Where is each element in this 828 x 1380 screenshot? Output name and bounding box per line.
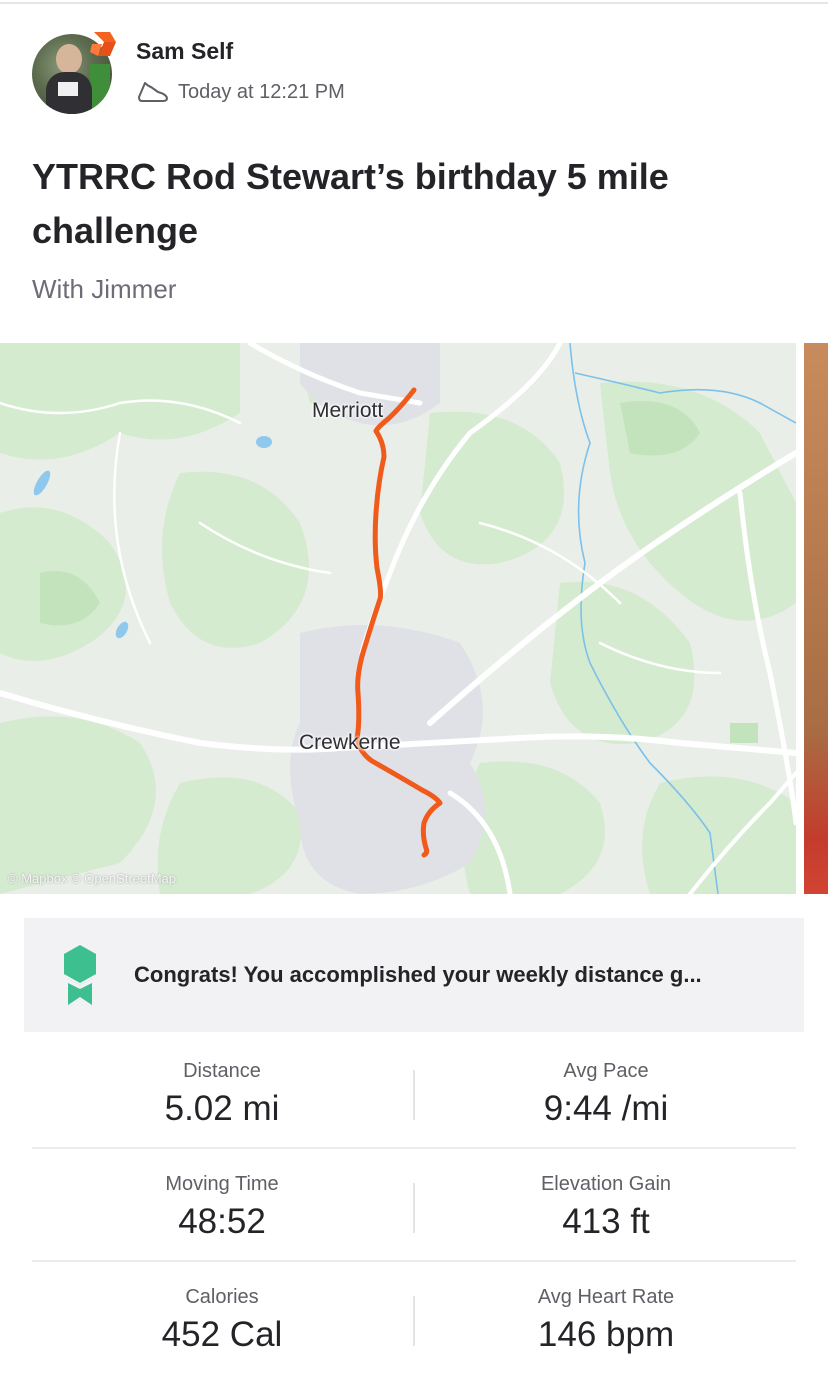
with-athletes[interactable]: With Jimmer [32,274,176,305]
goal-congrats-banner[interactable]: Congrats! You accomplished your weekly d… [24,918,804,1032]
stat-label: Calories [185,1286,259,1308]
map-canvas [0,343,796,894]
user-name[interactable]: Sam Self [136,38,233,65]
stat-label: Avg Heart Rate [537,1286,675,1308]
town-label-merriott: Merriott [312,399,384,422]
award-ribbon-icon [64,945,96,1005]
stat-moving-time: Moving Time 48:52 [32,1173,412,1242]
stat-label: Moving Time [165,1173,279,1195]
stat-label: Avg Pace [563,1060,649,1082]
stat-value: 146 bpm [537,1315,675,1354]
town-label-crewkerne: Crewkerne [299,731,401,754]
stat-elevation-gain: Elevation Gain 413 ft [416,1173,796,1242]
route-map[interactable]: Merriott Crewkerne © Mapbox © OpenStreet… [0,343,796,894]
stat-row: Distance 5.02 mi Avg Pace 9:44 /mi [32,1036,796,1149]
stat-calories: Calories 452 Cal [32,1286,412,1355]
stat-distance: Distance 5.02 mi [32,1060,412,1129]
stat-value: 413 ft [562,1202,650,1241]
activity-meta: Today at 12:21 PM [136,80,345,104]
stat-avg-pace: Avg Pace 9:44 /mi [416,1060,796,1129]
congrats-text: Congrats! You accomplished your weekly d… [134,962,702,987]
subscriber-badge-icon [90,32,116,56]
stat-divider [413,1183,415,1233]
activity-stats: Distance 5.02 mi Avg Pace 9:44 /mi Movin… [32,1036,796,1375]
stat-value: 9:44 /mi [543,1089,669,1128]
map-attribution: © Mapbox © OpenStreetMap [8,871,177,886]
stat-value: 452 Cal [161,1315,283,1354]
stat-row: Moving Time 48:52 Elevation Gain 413 ft [32,1149,796,1262]
photo-carousel-peek[interactable] [804,343,828,894]
stat-label: Distance [183,1060,261,1082]
activity-title[interactable]: YTRRC Rod Stewart’s birthday 5 mile chal… [32,150,672,258]
activity-header: Sam Self Today at 12:21 PM [32,30,792,120]
stat-label: Elevation Gain [540,1173,672,1195]
top-divider [0,2,828,4]
stat-divider [413,1296,415,1346]
stat-avg-heart-rate: Avg Heart Rate 146 bpm [416,1286,796,1355]
stat-value: 5.02 mi [164,1089,280,1128]
stat-row: Calories 452 Cal Avg Heart Rate 146 bpm [32,1262,796,1375]
stat-divider [413,1070,415,1120]
stat-value: 48:52 [178,1202,266,1241]
shoe-icon [138,82,168,102]
timestamp: Today at 12:21 PM [178,80,345,103]
